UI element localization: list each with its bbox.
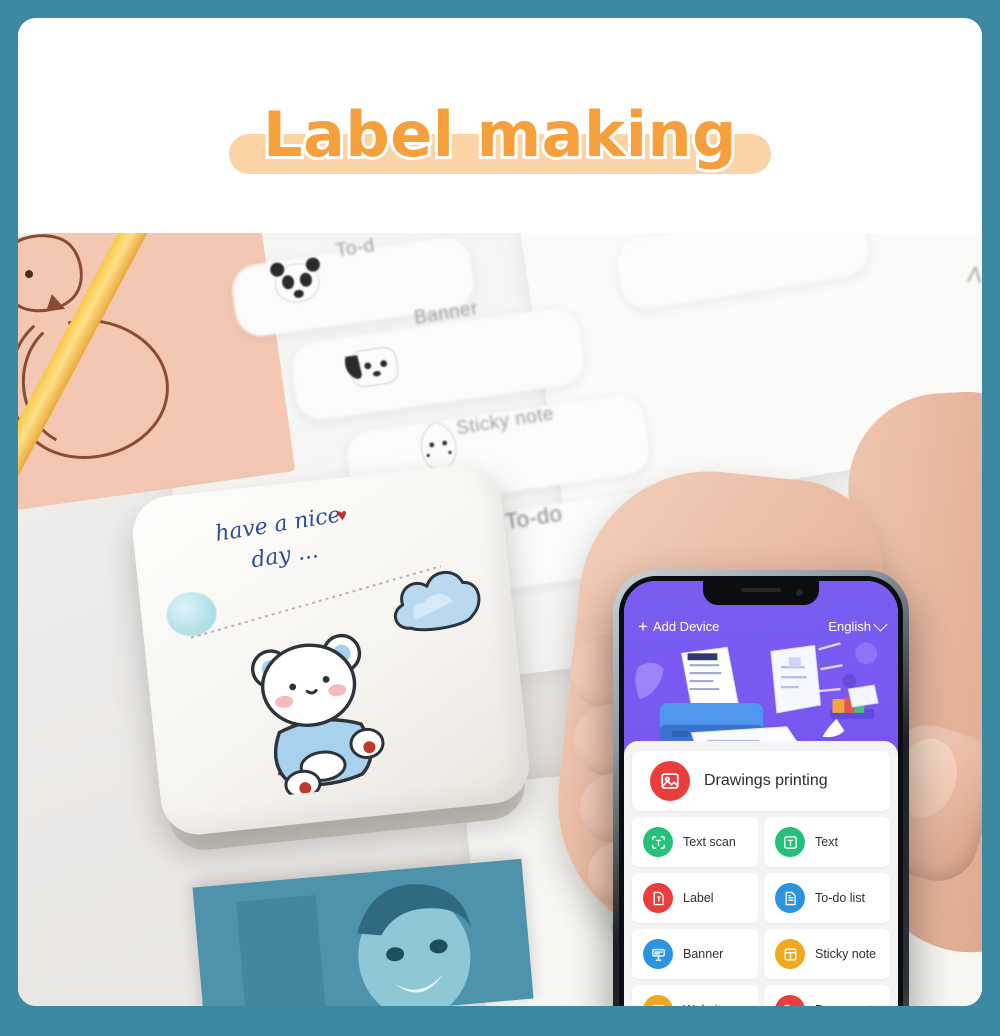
plus-icon: + — [638, 616, 648, 636]
front-camera-icon — [796, 589, 803, 596]
tile-sticky-note[interactable]: Sticky note — [764, 929, 890, 979]
tile-text[interactable]: Text — [764, 817, 890, 867]
printer-illustration — [635, 642, 879, 757]
smartphone: + Add Device English Drawings printing T… — [613, 570, 909, 1006]
tile-label: To-do list — [815, 891, 866, 905]
dog-sticker-icon — [345, 347, 399, 387]
text-scan-icon — [643, 827, 673, 857]
chevron-down-icon — [873, 617, 888, 632]
image-icon — [650, 761, 690, 801]
banner-icon — [643, 939, 673, 969]
app-content: Drawings printing Text scan Text Label T… — [624, 741, 898, 1006]
tile-label: Text — [815, 835, 838, 849]
tile-label: Label — [683, 891, 714, 905]
tile-label: Document — [815, 1003, 872, 1006]
heart-icon: ♥ — [336, 505, 349, 526]
thermal-printer: have a nice day ... ♥ — [129, 458, 567, 878]
add-device-button[interactable]: + Add Device — [638, 618, 719, 635]
tile-document[interactable]: Document — [764, 985, 890, 1006]
tile-todo-list[interactable]: To-do list — [764, 873, 890, 923]
earpiece-speaker — [741, 588, 781, 592]
title-band: Label making — [18, 18, 982, 233]
sticky-note-icon — [775, 939, 805, 969]
tile-website[interactable]: Website — [632, 985, 758, 1006]
language-selector[interactable]: English — [828, 617, 888, 634]
page-title: Label making — [260, 98, 740, 171]
outer-card: Label making To-d Banner Sticky note To-… — [18, 18, 982, 1006]
panda-sticker-icon — [270, 257, 320, 303]
printer-body: have a nice day ... ♥ — [129, 461, 533, 839]
drawings-printing-button[interactable]: Drawings printing — [632, 751, 890, 811]
title-pill: Label making — [228, 98, 772, 176]
cloud-sticker-icon — [393, 570, 481, 632]
tile-label: Banner — [683, 947, 724, 961]
tile-label: Website — [683, 1003, 728, 1006]
tile-banner[interactable]: Banner — [632, 929, 758, 979]
language-label: English — [828, 618, 871, 634]
phone-notch — [703, 581, 819, 605]
text-icon — [775, 827, 805, 857]
bear-sticker-icon — [250, 633, 385, 799]
phone-screen[interactable]: + Add Device English Drawings printing T… — [624, 581, 898, 1006]
tile-label[interactable]: Label — [632, 873, 758, 923]
app-header: + Add Device English — [624, 581, 898, 761]
website-icon — [643, 995, 673, 1006]
tile-text-scan[interactable]: Text scan — [632, 817, 758, 867]
todo-doc-icon — [775, 883, 805, 913]
label-tag-icon — [643, 883, 673, 913]
tile-label: Sticky note — [815, 947, 877, 961]
folder-icon — [775, 995, 805, 1006]
add-device-label: Add Device — [652, 618, 720, 634]
drawings-printing-label: Drawings printing — [704, 772, 828, 789]
tile-label: Text scan — [683, 835, 736, 849]
feature-grid: Text scan Text Label To-do list Banner S… — [632, 817, 890, 1006]
product-photo: To-d Banner Sticky note To-do ment can A… — [18, 233, 982, 1006]
